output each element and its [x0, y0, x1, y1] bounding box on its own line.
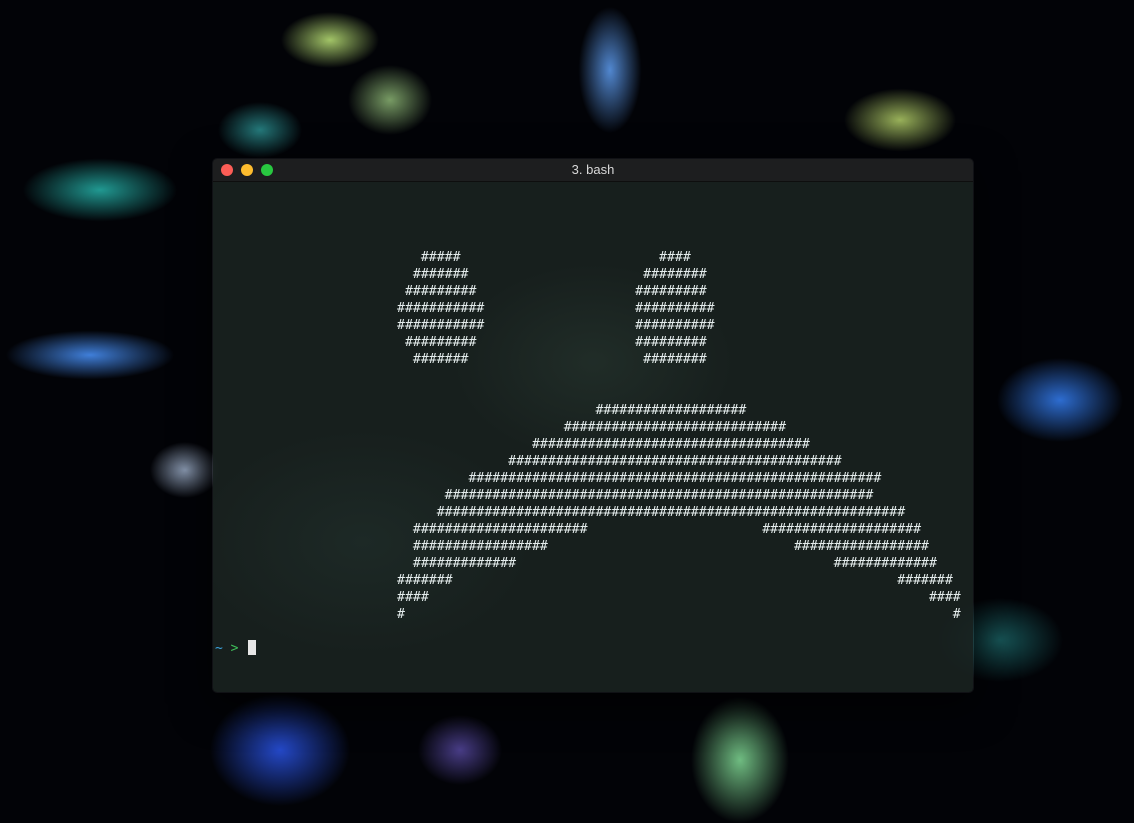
ascii-art-line: ####### ########: [397, 352, 707, 367]
ascii-art-line: ########################################…: [397, 505, 906, 520]
prompt-tilde: ~: [215, 641, 223, 656]
terminal-window[interactable]: 3. bash ##### #### ####### ######## ####…: [212, 158, 974, 693]
ascii-art-line: ######### #########: [397, 335, 707, 350]
desktop-wallpaper: 3. bash ##### #### ####### ######## ####…: [0, 0, 1134, 823]
ascii-art-line: ####### ########: [397, 267, 707, 282]
ascii-art-line: ####### #######: [397, 573, 953, 588]
ascii-art-line: ########################################…: [397, 471, 882, 486]
ascii-art-line: ########### ##########: [397, 318, 715, 333]
prompt-arrow: >: [230, 641, 239, 656]
ascii-art-output: ##### #### ####### ######## ######### ##…: [397, 249, 961, 623]
ascii-art-line: ########################################…: [397, 488, 874, 503]
ascii-art-line: ######### #########: [397, 284, 707, 299]
text-cursor: [248, 640, 257, 655]
ascii-art-line: ###################: [397, 403, 747, 418]
title-bar[interactable]: 3. bash: [213, 159, 973, 182]
window-title: 3. bash: [571, 162, 615, 177]
command-prompt[interactable]: ~ >: [215, 640, 257, 657]
ascii-art-line: #### ####: [397, 590, 961, 605]
ascii-art-line: ##### ####: [397, 250, 691, 265]
ascii-art-line: ###################################: [397, 437, 810, 452]
ascii-art-line: ################# #################: [397, 539, 929, 554]
ascii-art-line: ###################### #################…: [397, 522, 922, 537]
ascii-art-line: # #: [397, 607, 961, 622]
ascii-art-line: ########################################…: [397, 454, 842, 469]
ascii-art-line: ############# #############: [397, 556, 937, 571]
ascii-art-line: ########### ##########: [397, 301, 715, 316]
terminal-body[interactable]: ##### #### ####### ######## ######### ##…: [213, 182, 973, 692]
ascii-art-line: ############################: [397, 420, 787, 435]
